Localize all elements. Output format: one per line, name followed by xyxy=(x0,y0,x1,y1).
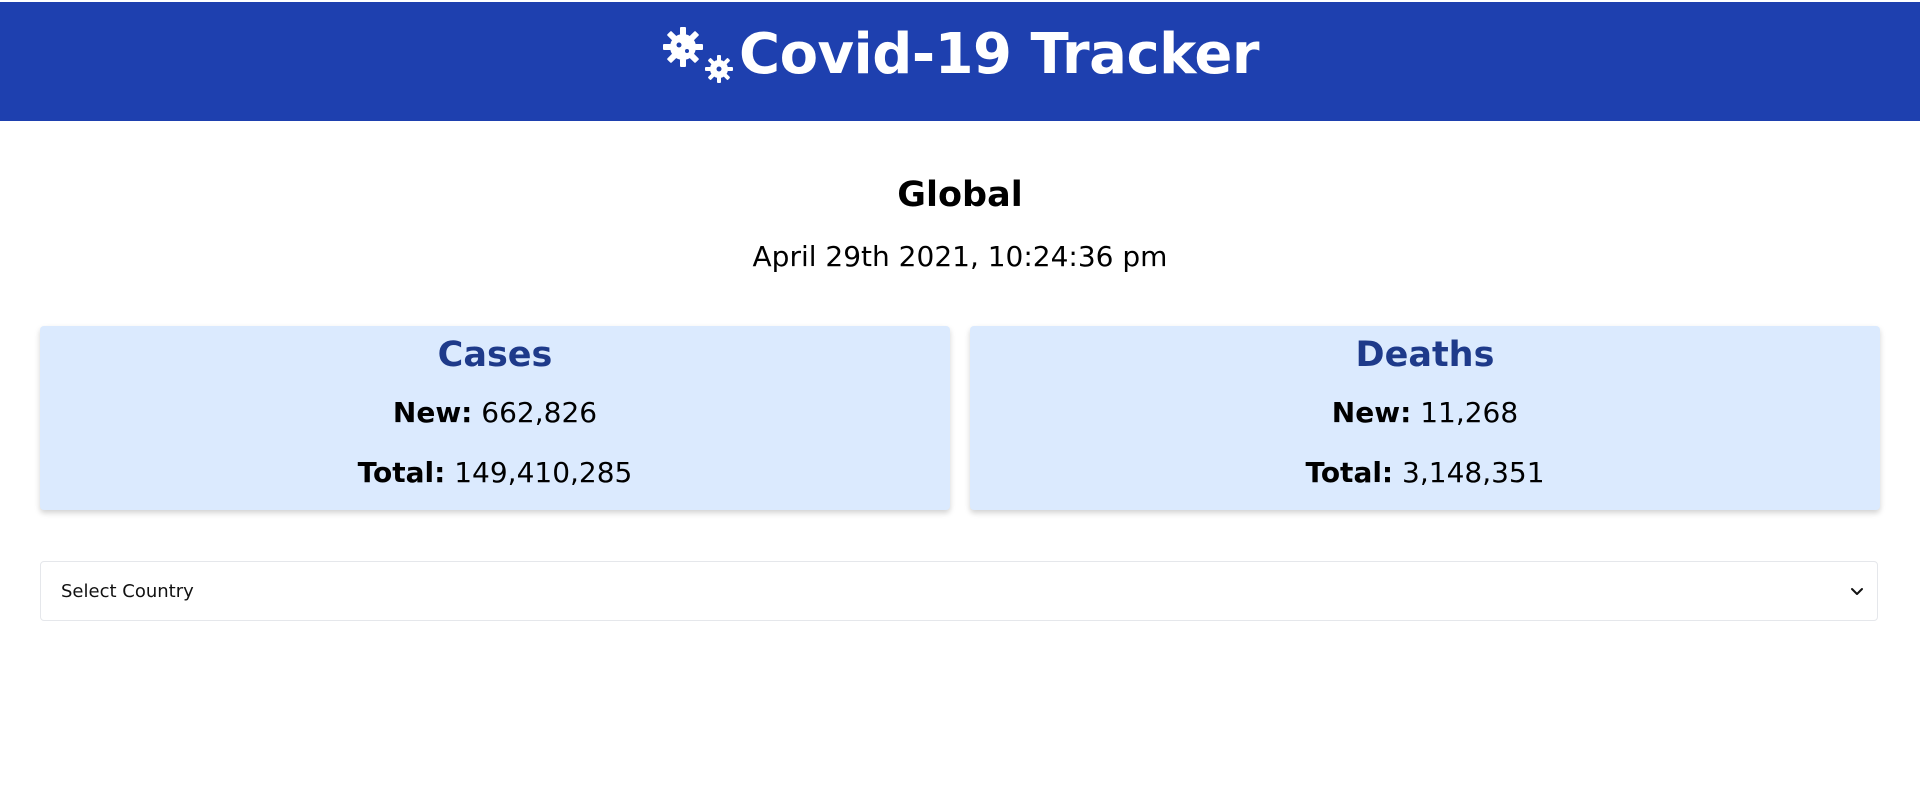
deaths-total-value: 3,148,351 xyxy=(1402,456,1545,489)
brand: Covid-19 Tracker xyxy=(661,21,1260,87)
cases-new-value: 662,826 xyxy=(481,396,598,429)
deaths-new-value: 11,268 xyxy=(1420,396,1519,429)
deaths-new-row: New: 11,268 xyxy=(970,393,1880,433)
deaths-card-title: Deaths xyxy=(1355,335,1495,375)
app-header: Covid-19 Tracker xyxy=(0,2,1920,121)
cases-total-row: Total: 149,410,285 xyxy=(40,453,950,493)
cases-card-title: Cases xyxy=(437,335,553,375)
cases-card: Cases New: 662,826 Total: 149,410,285 xyxy=(40,326,950,510)
chevron-down-icon xyxy=(1849,583,1865,599)
cases-new-label: New: xyxy=(392,396,473,429)
deaths-card: Deaths New: 11,268 Total: 3,148,351 xyxy=(970,326,1880,510)
deaths-new-label: New: xyxy=(1331,396,1412,429)
deaths-total-row: Total: 3,148,351 xyxy=(970,453,1880,493)
cases-total-value: 149,410,285 xyxy=(454,456,633,489)
last-updated-timestamp: April 29th 2021, 10:24:36 pm xyxy=(752,240,1168,273)
virus-icon xyxy=(661,25,737,85)
country-select[interactable]: Select Country xyxy=(40,561,1878,621)
country-select-value: Select Country xyxy=(61,580,194,602)
deaths-total-label: Total: xyxy=(1305,456,1394,489)
cases-total-label: Total: xyxy=(357,456,446,489)
region-title: Global xyxy=(897,175,1023,215)
app-title: Covid-19 Tracker xyxy=(738,21,1260,87)
cases-new-row: New: 662,826 xyxy=(40,393,950,433)
